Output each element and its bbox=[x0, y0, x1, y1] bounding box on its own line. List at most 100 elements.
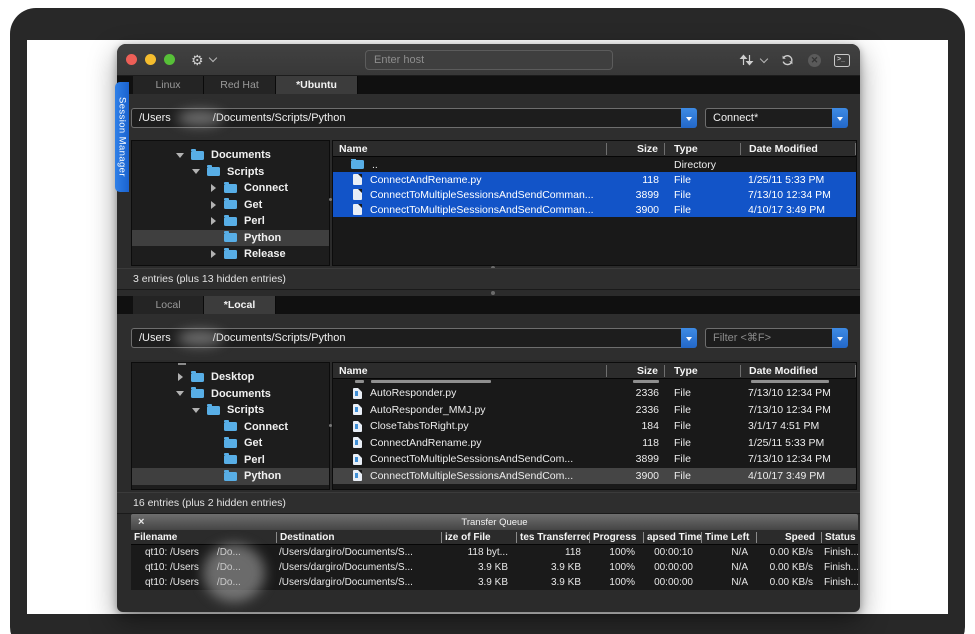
file-size: 3900 bbox=[606, 470, 664, 482]
remote-path-field[interactable]: /Users/Documents/Scripts/Python bbox=[131, 108, 697, 128]
refresh-icon[interactable] bbox=[780, 53, 795, 67]
dropdown-chevron-icon[interactable] bbox=[681, 108, 697, 128]
expand-arrow-icon[interactable] bbox=[209, 250, 224, 258]
tree-item-release[interactable]: Release bbox=[132, 246, 329, 263]
local-path-field[interactable]: /Users/Documents/Scripts/Python bbox=[131, 328, 697, 348]
column-header-size-of-file[interactable]: ize of File bbox=[441, 532, 516, 543]
expand-arrow-icon[interactable] bbox=[209, 201, 224, 209]
column-header-size[interactable]: Size bbox=[606, 143, 664, 155]
file-row[interactable]: ConnectAndRename.py 118 File 1/25/11 5:3… bbox=[333, 172, 856, 187]
local-path-text[interactable]: /Users/Documents/Scripts/Python bbox=[131, 328, 681, 348]
transfer-queue-titlebar[interactable]: × Transfer Queue bbox=[131, 514, 858, 530]
folder-icon bbox=[224, 233, 237, 242]
tree-item-label: Scripts bbox=[227, 404, 264, 416]
tree-item-scripts[interactable]: Scripts bbox=[132, 164, 329, 181]
tab-ubuntu[interactable]: *Ubuntu bbox=[276, 76, 358, 94]
connect-dropdown-value[interactable]: Connect* bbox=[705, 108, 832, 128]
dropdown-chevron-icon[interactable] bbox=[681, 328, 697, 348]
expand-arrow-icon[interactable] bbox=[176, 373, 191, 381]
tree-item-documents[interactable]: Documents bbox=[132, 147, 329, 164]
host-input[interactable] bbox=[365, 50, 613, 70]
transfer-filename: qt10: /Users/Do... bbox=[131, 547, 276, 558]
filter-placeholder[interactable]: Filter <⌘F> bbox=[705, 328, 832, 348]
tree-item-perl[interactable]: Perl bbox=[132, 213, 329, 230]
terminal-icon[interactable]: >_ bbox=[834, 54, 850, 67]
column-header-date[interactable]: Date Modified bbox=[740, 365, 856, 377]
file-icon bbox=[353, 437, 362, 448]
column-header-bytes-transferred[interactable]: tes Transferred bbox=[516, 532, 589, 543]
transfer-arrows-icon[interactable] bbox=[739, 53, 754, 67]
column-header-speed[interactable]: Speed bbox=[756, 532, 821, 543]
close-icon[interactable]: × bbox=[138, 515, 144, 529]
tree-item-perl[interactable]: Perl bbox=[132, 452, 329, 469]
collapse-arrow-icon[interactable] bbox=[176, 387, 191, 400]
expand-arrow-icon[interactable] bbox=[209, 184, 224, 192]
dropdown-chevron-icon[interactable] bbox=[832, 328, 848, 348]
file-row-up-directory[interactable]: .. Directory bbox=[333, 157, 856, 172]
minimize-button[interactable] bbox=[145, 54, 156, 65]
column-header-name[interactable]: Name bbox=[333, 365, 606, 377]
file-row[interactable]: AutoResponder_MMJ.py 2336 File 7/13/10 1… bbox=[333, 402, 856, 419]
traffic-lights bbox=[126, 54, 175, 65]
transfer-row[interactable]: qt10: /Users/Do... /Users/dargiro/Docume… bbox=[131, 560, 858, 575]
transfer-row[interactable]: qt10: /Users/Do... /Users/dargiro/Docume… bbox=[131, 575, 858, 590]
folder-icon bbox=[207, 406, 220, 415]
splitter-grip[interactable] bbox=[491, 291, 495, 295]
local-path-row: /Users/Documents/Scripts/Python Filter <… bbox=[117, 314, 860, 360]
tree-item-scripts[interactable]: Scripts bbox=[132, 402, 329, 419]
column-header-status[interactable]: Status bbox=[821, 532, 858, 543]
file-row[interactable]: ConnectAndRename.py 118 File 1/25/11 5:3… bbox=[333, 435, 856, 452]
tree-item-connect[interactable]: Connect bbox=[132, 180, 329, 197]
file-row[interactable]: ConnectToMultipleSessionsAndSendComman..… bbox=[333, 187, 856, 202]
file-row[interactable]: AutoResponder.py 2336 File 7/13/10 12:34… bbox=[333, 385, 856, 402]
column-header-type[interactable]: Type bbox=[664, 143, 740, 155]
collapse-arrow-icon[interactable] bbox=[192, 404, 207, 417]
clipped-file-row[interactable] bbox=[333, 379, 856, 385]
file-size: 118 bbox=[606, 437, 664, 449]
file-row[interactable]: ConnectToMultipleSessionsAndSendComman..… bbox=[333, 202, 856, 217]
file-row-selected[interactable]: ConnectToMultipleSessionsAndSendCom... 3… bbox=[333, 468, 856, 485]
tree-item-desktop[interactable]: Desktop bbox=[132, 369, 329, 386]
column-header-elapsed-time[interactable]: apsed Time bbox=[643, 532, 701, 543]
file-row[interactable]: ConnectToMultipleSessionsAndSendCom... 3… bbox=[333, 451, 856, 468]
column-header-destination[interactable]: Destination bbox=[276, 532, 441, 543]
column-header-time-left[interactable]: Time Left bbox=[701, 532, 756, 543]
tab-linux[interactable]: Linux bbox=[133, 76, 204, 94]
tab-local[interactable]: Local bbox=[133, 296, 204, 314]
local-status-bar: 16 entries (plus 2 hidden entries) bbox=[117, 492, 860, 514]
dropdown-chevron-icon[interactable] bbox=[832, 108, 848, 128]
column-header-size[interactable]: Size bbox=[606, 365, 664, 377]
tree-item-connect[interactable]: Connect bbox=[132, 419, 329, 436]
zoom-button[interactable] bbox=[164, 54, 175, 65]
transfer-row[interactable]: qt10: /Users/Do... /Users/dargiro/Docume… bbox=[131, 545, 858, 560]
tree-item-python[interactable]: Python bbox=[132, 468, 329, 485]
column-header-name[interactable]: Name bbox=[333, 143, 606, 155]
remote-connect-dropdown[interactable]: Connect* bbox=[705, 108, 848, 128]
file-date: 4/10/17 3:49 PM bbox=[740, 470, 856, 482]
file-type: File bbox=[664, 437, 740, 449]
tab-red-hat[interactable]: Red Hat bbox=[204, 76, 276, 94]
session-manager-tab[interactable]: Session Manager bbox=[115, 82, 129, 192]
close-button[interactable] bbox=[126, 54, 137, 65]
file-date: 7/13/10 12:34 PM bbox=[740, 453, 856, 465]
column-header-date[interactable]: Date Modified bbox=[740, 143, 856, 155]
tab-local-active[interactable]: *Local bbox=[204, 296, 276, 314]
remote-path-text[interactable]: /Users/Documents/Scripts/Python bbox=[131, 108, 681, 128]
tree-item-python[interactable]: Python bbox=[132, 230, 329, 247]
column-header-progress[interactable]: Progress bbox=[589, 532, 643, 543]
tree-item-get[interactable]: Get bbox=[132, 197, 329, 214]
tree-item-get[interactable]: Get bbox=[132, 435, 329, 452]
chevron-down-icon[interactable] bbox=[208, 54, 216, 62]
collapse-arrow-icon[interactable] bbox=[192, 165, 207, 178]
file-row[interactable]: CloseTabsToRight.py 184 File 3/1/17 4:51… bbox=[333, 418, 856, 435]
collapse-arrow-icon[interactable] bbox=[176, 149, 191, 162]
folder-icon bbox=[224, 200, 237, 209]
column-header-filename[interactable]: Filename bbox=[131, 532, 276, 543]
local-filter-field[interactable]: Filter <⌘F> bbox=[705, 328, 848, 348]
chevron-down-icon[interactable] bbox=[760, 54, 768, 62]
expand-arrow-icon[interactable] bbox=[209, 217, 224, 225]
gear-icon[interactable]: ⚙ bbox=[191, 53, 204, 67]
tree-item-documents[interactable]: Documents bbox=[132, 386, 329, 403]
column-header-type[interactable]: Type bbox=[664, 365, 740, 377]
transfer-progress: 100% bbox=[589, 577, 643, 588]
